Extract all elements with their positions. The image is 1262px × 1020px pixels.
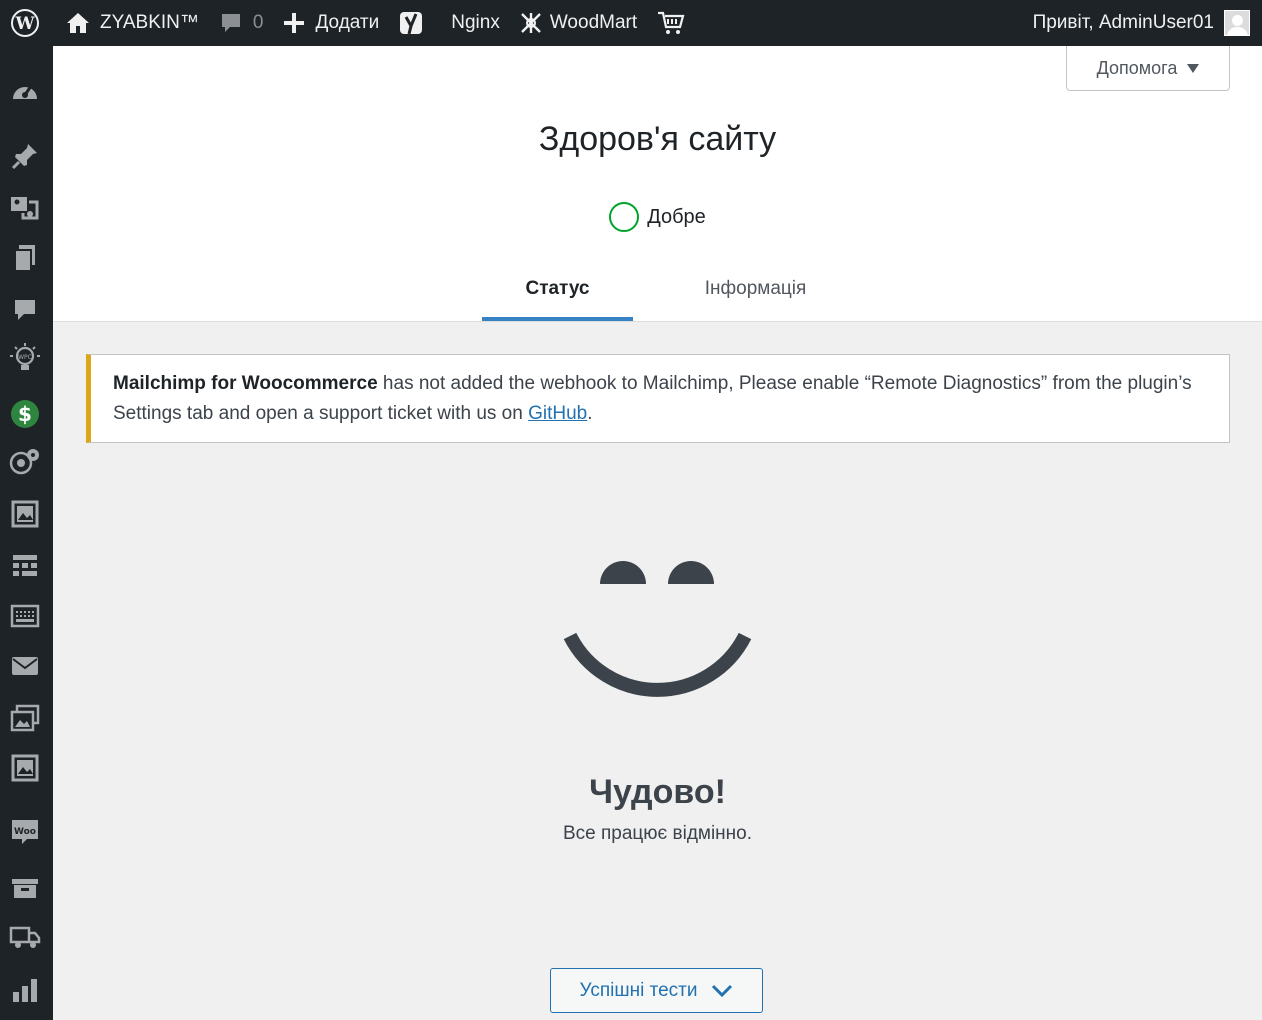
wp-logo-icon[interactable]: W — [0, 0, 50, 46]
add-new-label: Додати — [315, 12, 380, 33]
smiley-face-icon — [563, 561, 752, 697]
add-new-link[interactable]: Додати — [273, 0, 389, 46]
pages-icon[interactable] — [9, 242, 41, 274]
dollar-icon[interactable]: $ — [9, 398, 41, 430]
home-icon — [67, 13, 89, 33]
nginx-label: Nginx — [451, 12, 500, 33]
status-text: Добре — [647, 205, 706, 228]
mail-icon[interactable] — [9, 650, 41, 682]
integrations-icon[interactable] — [9, 446, 41, 478]
admin-sidebar: WPC $ Woo — [0, 46, 53, 1020]
comments-count: 0 — [252, 12, 264, 33]
dashboard-icon[interactable] — [9, 74, 41, 106]
site-health-header: Допомога Здоров'я сайту Добре Статус Інф… — [53, 46, 1262, 322]
notice-plugin-name: Mailchimp for Woocommerce — [113, 373, 378, 394]
greeting: Привіт, AdminUser01 — [1032, 12, 1214, 33]
admin-bar: W ZYABKIN™ 0 Додати Nginx WoodMart Приві… — [0, 0, 1262, 46]
status-circle-icon — [609, 202, 640, 232]
passed-tests-button[interactable]: Успішні тести — [550, 968, 763, 1013]
chevron-down-icon — [712, 984, 733, 997]
layout-grid-icon[interactable] — [9, 550, 41, 582]
svg-text:W: W — [14, 14, 35, 34]
wpc-bulb-icon[interactable]: WPC — [9, 342, 41, 374]
woodmart-label: WoodMart — [549, 12, 638, 33]
woo-icon[interactable]: Woo — [9, 816, 41, 848]
slider-images-icon[interactable] — [9, 702, 41, 734]
tabs: Статус Інформація — [53, 256, 1262, 322]
comments-icon[interactable] — [9, 294, 41, 326]
delivery-truck-icon[interactable] — [9, 922, 41, 954]
help-button[interactable]: Допомога — [1066, 46, 1230, 91]
tab-info[interactable]: Інформація — [680, 256, 831, 321]
media-icon[interactable] — [9, 192, 41, 224]
portfolio-icon[interactable] — [9, 752, 41, 784]
svg-text:$: $ — [18, 402, 32, 426]
yoast-icon[interactable] — [389, 0, 435, 46]
account-menu[interactable]: Привіт, AdminUser01 — [1033, 0, 1262, 46]
analytics-bars-icon[interactable] — [9, 974, 41, 1006]
github-link[interactable]: GitHub — [528, 403, 587, 424]
help-label: Допомога — [1096, 57, 1178, 78]
gallery-icon[interactable] — [9, 498, 41, 530]
keyboard-icon[interactable] — [9, 600, 41, 632]
health-status: Добре — [53, 202, 1262, 232]
archive-icon[interactable] — [9, 872, 41, 904]
site-name-link[interactable]: ZYABKIN™ — [56, 0, 209, 46]
site-name: ZYABKIN™ — [100, 12, 199, 33]
svg-text:Woo: Woo — [14, 827, 36, 837]
caret-down-icon — [1187, 63, 1200, 73]
tab-status[interactable]: Статус — [482, 256, 633, 321]
comments-link[interactable]: 0 — [209, 0, 274, 46]
passed-tests-label: Успішні тести — [579, 979, 698, 1001]
result-subtitle: Все працює відмінно. — [562, 823, 753, 844]
page-title: Здоров'я сайту — [538, 120, 777, 158]
cart-icon[interactable] — [647, 0, 695, 46]
notice-end: . — [587, 403, 593, 424]
plus-icon — [284, 13, 305, 33]
avatar — [1224, 10, 1250, 36]
woodmart-link[interactable]: WoodMart — [510, 0, 647, 46]
comment-icon — [221, 14, 240, 32]
warning-notice: Mailchimp for Woocommerce has not added … — [86, 354, 1230, 443]
pin-icon[interactable] — [9, 140, 41, 172]
woodmart-icon — [520, 13, 541, 33]
svg-text:WPC: WPC — [18, 354, 32, 361]
nginx-link[interactable]: Nginx — [441, 0, 510, 46]
result-title: Чудово! — [589, 773, 726, 811]
